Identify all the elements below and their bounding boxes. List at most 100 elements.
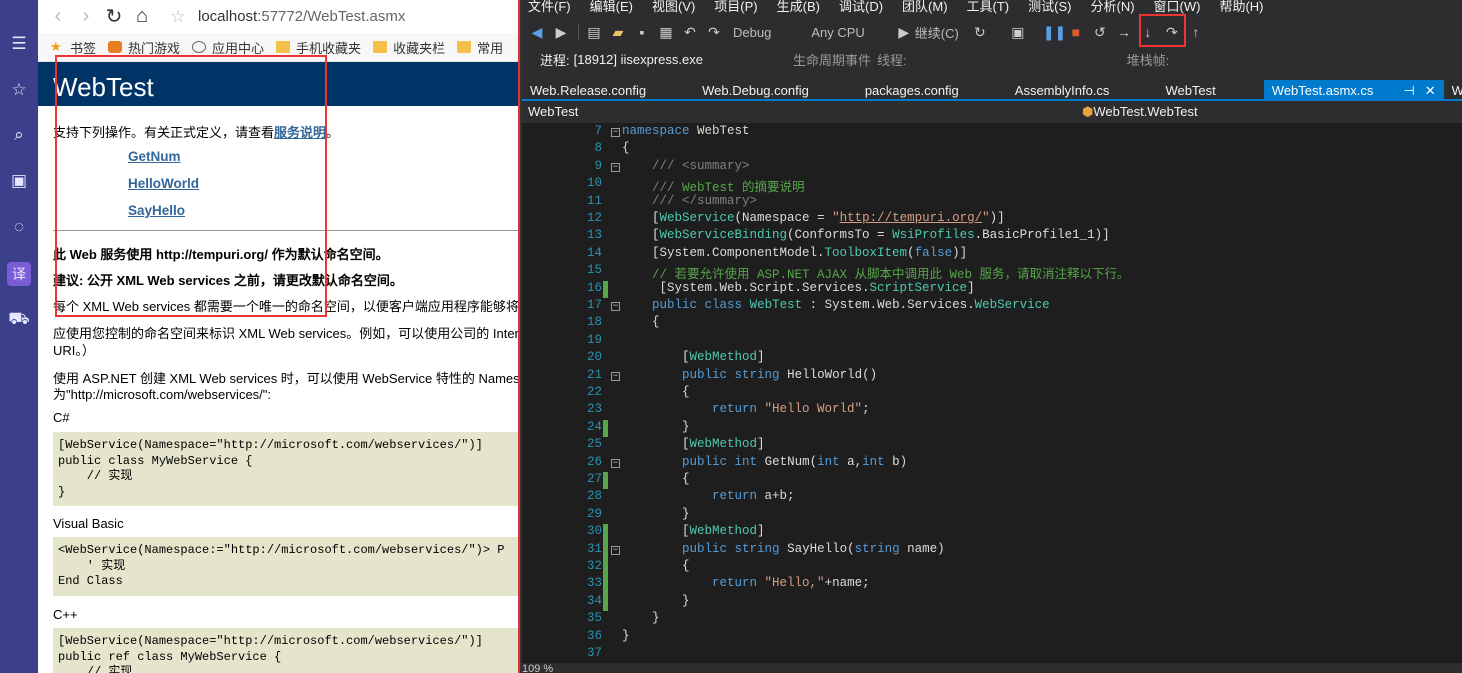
tab-assemblyinfo[interactable]: AssemblyInfo.cs xyxy=(1007,80,1118,99)
collapse-icon[interactable]: − xyxy=(611,371,620,381)
continue-button[interactable]: 继续(C) xyxy=(915,23,959,42)
code-line[interactable]: [System.Web.Script.Services.ScriptServic… xyxy=(622,281,975,295)
code-editor[interactable]: 7−8 9−10 11 12 13 14 15 16 17−18 19 20 21−22 23 24 25 2… xyxy=(522,123,1462,663)
tab-web-release-config[interactable]: Web.Release.config xyxy=(522,80,654,99)
home-icon[interactable]: ⌂ xyxy=(128,5,156,28)
code-line[interactable]: /// WebTest 的摘要说明 xyxy=(622,176,805,195)
code-line[interactable]: [WebMethod] xyxy=(622,437,765,451)
forward-nav-icon[interactable]: ▶ xyxy=(552,23,570,41)
code-line[interactable]: return "Hello,"+name; xyxy=(622,576,870,590)
menu-project[interactable]: 项目(P) xyxy=(714,0,757,16)
code-line[interactable]: } xyxy=(622,594,690,608)
menu-team[interactable]: 团队(M) xyxy=(902,0,948,16)
folder-icon xyxy=(276,41,291,53)
step-out-icon[interactable]: ↑ xyxy=(1187,23,1205,41)
code-line[interactable]: } xyxy=(622,507,690,521)
config-dropdown[interactable]: Debug xyxy=(733,25,771,40)
close-icon[interactable]: ✕ xyxy=(1425,83,1436,98)
step-icon[interactable]: → xyxy=(1115,23,1133,41)
code-line[interactable]: public class WebTest : System.Web.Servic… xyxy=(622,298,1050,312)
reading-list-icon[interactable]: ☰ xyxy=(7,32,31,56)
bookmark-item[interactable]: 应用中心 xyxy=(192,38,264,57)
pause-icon[interactable]: ❚❚ xyxy=(1043,23,1066,41)
lifecycle-events-dropdown[interactable]: 生命周期事件 xyxy=(793,50,871,69)
menu-file[interactable]: 文件(F) xyxy=(528,0,571,16)
solution-explorer-icon[interactable]: ▣ xyxy=(1009,23,1027,41)
code-line[interactable]: [WebMethod] xyxy=(622,350,765,364)
code-line[interactable]: return "Hello World"; xyxy=(622,402,870,416)
cart-icon[interactable]: ⛟ xyxy=(7,307,31,331)
save-icon[interactable]: ▪ xyxy=(633,23,651,41)
code-line[interactable]: { xyxy=(622,315,660,329)
code-line[interactable]: } xyxy=(622,629,630,643)
project-dropdown[interactable]: WebTest xyxy=(528,104,578,119)
redo-icon[interactable]: ↷ xyxy=(705,23,723,41)
tab-web-debug-config[interactable]: Web.Debug.config xyxy=(694,80,817,99)
platform-dropdown[interactable]: Any CPU xyxy=(811,25,864,40)
code-line[interactable]: [WebService(Namespace = "http://tempuri.… xyxy=(622,211,1005,225)
search-icon[interactable]: ⌕ xyxy=(7,123,31,147)
menu-tools[interactable]: 工具(T) xyxy=(967,0,1010,16)
translate-icon[interactable]: 译 xyxy=(7,262,31,286)
open-file-icon[interactable]: ▰ xyxy=(609,23,627,41)
collapse-icon[interactable]: − xyxy=(611,458,620,468)
menu-help[interactable]: 帮助(H) xyxy=(1219,0,1263,16)
code-line[interactable]: // 若要允许使用 ASP.NET AJAX 从脚本中调用此 Web 服务，请取… xyxy=(622,263,1130,282)
code-line[interactable]: namespace WebTest xyxy=(622,124,750,138)
menu-build[interactable]: 生成(B) xyxy=(777,0,820,16)
stop-icon[interactable]: ■ xyxy=(1067,23,1085,41)
menu-debug[interactable]: 调试(D) xyxy=(839,0,883,16)
bookmark-item[interactable]: 收藏夹栏 xyxy=(373,38,445,57)
save-all-icon[interactable]: ▦ xyxy=(657,23,675,41)
video-icon[interactable]: ▣ xyxy=(7,169,31,193)
collapse-icon[interactable]: − xyxy=(611,545,620,555)
zoom-level[interactable]: 109 % xyxy=(522,663,1462,673)
code-line[interactable]: /// </summary> xyxy=(622,194,757,208)
type-dropdown[interactable]: ⬢WebTest.WebTest xyxy=(1082,104,1198,120)
code-line[interactable]: public string SayHello(string name) xyxy=(622,542,945,556)
collapse-icon[interactable]: − xyxy=(611,128,620,137)
bookmark-item[interactable]: 手机收藏夹 xyxy=(276,38,361,57)
code-line[interactable]: public int GetNum(int a,int b) xyxy=(622,455,907,469)
tab-web[interactable]: Web xyxy=(1444,80,1462,99)
code-line[interactable]: [System.ComponentModel.ToolboxItem(false… xyxy=(622,246,967,260)
play-icon[interactable]: ▶ xyxy=(895,23,913,41)
code-line[interactable]: } xyxy=(622,611,660,625)
code-line[interactable]: [WebMethod] xyxy=(622,524,765,538)
menu-analyze[interactable]: 分析(N) xyxy=(1090,0,1134,16)
menu-test[interactable]: 测试(S) xyxy=(1028,0,1071,16)
favorites-star-icon[interactable]: ☆ xyxy=(7,78,31,102)
code-line[interactable]: { xyxy=(622,141,630,155)
code-line[interactable]: /// <summary> xyxy=(622,159,750,173)
process-dropdown[interactable]: [18912] iisexpress.exe xyxy=(574,52,703,67)
code-line[interactable]: } xyxy=(622,420,690,434)
forward-icon[interactable]: › xyxy=(72,5,100,28)
reload-icon[interactable]: ↻ xyxy=(100,4,128,29)
tab-webtest[interactable]: WebTest xyxy=(1157,80,1223,99)
code-line[interactable]: public string HelloWorld() xyxy=(622,368,877,382)
tab-packages-config[interactable]: packages.config xyxy=(857,80,967,99)
bookmark-item[interactable]: ★ 书签 xyxy=(50,38,96,57)
code-line[interactable]: { xyxy=(622,385,690,399)
restart-icon[interactable]: ↺ xyxy=(1091,23,1109,41)
code-line[interactable]: [WebServiceBinding(ConformsTo = WsiProfi… xyxy=(622,228,1110,242)
url-field[interactable]: localhost:57772/WebTest.asmx xyxy=(198,8,405,25)
collapse-icon[interactable]: − xyxy=(611,162,620,172)
tab-webtest-asmx-cs[interactable]: WebTest.asmx.cs ⊣ ✕ xyxy=(1263,80,1444,99)
back-icon[interactable]: ‹ xyxy=(44,5,72,28)
back-nav-icon[interactable]: ◀ xyxy=(528,23,546,41)
bookmark-item[interactable]: 热门游戏 xyxy=(108,38,180,57)
bookmark-item[interactable]: 常用 xyxy=(457,38,503,57)
code-line[interactable]: return a+b; xyxy=(622,489,795,503)
chat-icon[interactable]: ◌ xyxy=(7,215,31,239)
refresh-icon[interactable]: ↻ xyxy=(971,23,989,41)
new-project-icon[interactable]: ▤ xyxy=(585,23,603,41)
pin-icon[interactable]: ⊣ xyxy=(1403,83,1414,98)
bookmark-star-icon[interactable]: ☆ xyxy=(164,7,192,27)
collapse-icon[interactable]: − xyxy=(611,302,620,311)
menu-view[interactable]: 视图(V) xyxy=(652,0,695,16)
code-line[interactable]: { xyxy=(622,559,690,573)
undo-icon[interactable]: ↶ xyxy=(681,23,699,41)
menu-edit[interactable]: 编辑(E) xyxy=(590,0,633,16)
code-line[interactable]: { xyxy=(622,472,690,486)
